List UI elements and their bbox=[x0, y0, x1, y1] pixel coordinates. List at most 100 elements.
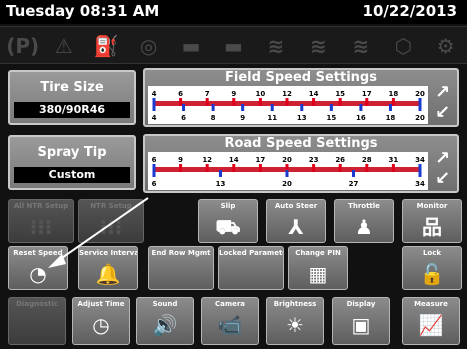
monitor-button[interactable]: Monitor 品 bbox=[402, 199, 462, 243]
button-label: Throttle bbox=[348, 202, 380, 210]
top-tick-mark[interactable] bbox=[179, 164, 183, 172]
display-icon: ▣ bbox=[351, 313, 371, 337]
top-tick-mark[interactable] bbox=[365, 164, 369, 172]
bottom-tick-mark[interactable] bbox=[418, 104, 422, 111]
bottom-tick-mark[interactable] bbox=[182, 104, 186, 111]
lock-button[interactable]: Lock 🔓 bbox=[402, 246, 462, 290]
spray-tip-button[interactable]: Spray Tip Custom bbox=[8, 135, 136, 190]
button-label: Diagnostic bbox=[16, 300, 58, 308]
throttle-button[interactable]: Throttle ♟ bbox=[334, 199, 394, 243]
day-time: Tuesday 08:31 AM bbox=[6, 2, 160, 20]
all-ntr-setup-button[interactable]: All NTR Setup ⁝⁝⁝ bbox=[8, 199, 74, 243]
top-tick-mark[interactable] bbox=[258, 164, 262, 172]
reset-speed-button[interactable]: Reset Speed ◔ bbox=[8, 246, 68, 290]
steer-icon: ⅄ bbox=[288, 215, 304, 239]
bottom-tick-mark[interactable] bbox=[211, 104, 215, 111]
tire-size-label: Tire Size bbox=[40, 80, 104, 95]
bottom-tick-mark[interactable] bbox=[329, 104, 333, 111]
bottom-tick-mark[interactable] bbox=[219, 170, 222, 177]
bottom-tick-label: 9 bbox=[240, 114, 245, 122]
road-speed-settings-button[interactable]: Road Speed Settings 6 9 12 14 17 20 23 26 28 31 34… bbox=[143, 134, 459, 193]
bottom-tick-label: 4 bbox=[152, 114, 157, 122]
top-tick-mark[interactable] bbox=[232, 98, 236, 106]
graph-icon: 📈 bbox=[418, 313, 444, 337]
bottom-tick-mark[interactable] bbox=[388, 104, 392, 111]
top-tick-label: 14 bbox=[309, 90, 319, 98]
tire-size-button[interactable]: Tire Size 380/90R46 bbox=[8, 70, 136, 125]
padlock-icon: 🔓 bbox=[419, 262, 445, 286]
bottom-tick-label: 34 bbox=[415, 180, 425, 188]
status-bar: Tuesday 08:31 AM 10/22/2013 bbox=[0, 0, 467, 24]
top-tick-mark[interactable] bbox=[338, 164, 342, 172]
bottom-tick-mark[interactable] bbox=[418, 170, 422, 177]
display-button[interactable]: Display ▣ bbox=[332, 297, 390, 345]
warning-indicator-row: (P) ⚠ ⛽ ◎ ▬ ▬ ≋ ≋ ≋ ⬡ ⚙ bbox=[0, 26, 467, 64]
bottom-tick-mark[interactable] bbox=[359, 104, 363, 111]
button-label: All NTR Setup bbox=[13, 202, 69, 210]
top-tick-mark[interactable] bbox=[232, 164, 236, 172]
top-tick-mark[interactable] bbox=[285, 98, 289, 106]
slip-button[interactable]: Slip ⛟ bbox=[198, 199, 258, 243]
top-tick-label: 20 bbox=[282, 156, 292, 164]
bell-icon: 🔔 bbox=[95, 262, 121, 286]
bottom-tick-label: 13 bbox=[216, 180, 226, 188]
bottom-tick-mark[interactable] bbox=[352, 170, 355, 177]
oil-can-icon: ◎ bbox=[139, 34, 158, 58]
date: 10/22/2013 bbox=[362, 2, 457, 20]
top-tick-mark[interactable] bbox=[391, 98, 395, 106]
sound-button[interactable]: Sound 🔊 bbox=[136, 297, 194, 345]
top-tick-label: 7 bbox=[205, 90, 210, 98]
gear-icon: ⚙ bbox=[436, 34, 455, 58]
auto-steer-button[interactable]: Auto Steer ⅄ bbox=[266, 199, 326, 243]
warning-icon: ⚠ bbox=[54, 34, 73, 58]
bottom-tick-label: 15 bbox=[326, 114, 336, 122]
end-row-mgmt-button[interactable]: End Row Mgmt bbox=[148, 246, 214, 290]
button-label: End Row Mgmt bbox=[151, 249, 211, 257]
diagnostic-button[interactable]: Diagnostic bbox=[8, 297, 66, 345]
bottom-tick-label: 6 bbox=[181, 114, 186, 122]
hydraulic-icon: ≋ bbox=[352, 34, 370, 58]
top-tick-mark[interactable] bbox=[312, 164, 316, 172]
top-tick-label: 31 bbox=[389, 156, 399, 164]
top-tick-label: 14 bbox=[229, 156, 239, 164]
button-label: Sound bbox=[152, 300, 178, 308]
button-label: Camera bbox=[214, 300, 246, 308]
bottom-tick-mark[interactable] bbox=[285, 170, 289, 177]
bottom-tick-label: 18 bbox=[386, 114, 396, 122]
bottom-tick-mark[interactable] bbox=[270, 104, 274, 111]
ntr-setup-button[interactable]: NTR Setup ⁝⁝⁝ bbox=[78, 199, 144, 243]
top-tick-mark[interactable] bbox=[312, 98, 316, 106]
top-tick-mark[interactable] bbox=[258, 98, 262, 106]
field-speed-title: Field Speed Settings bbox=[225, 70, 377, 85]
camera-button[interactable]: Camera 📹 bbox=[201, 297, 259, 345]
brightness-button[interactable]: Brightness ☀ bbox=[266, 297, 324, 345]
bottom-tick-mark[interactable] bbox=[300, 104, 304, 111]
network-icon: 品 bbox=[422, 215, 442, 239]
tire-size-value: 380/90R46 bbox=[14, 102, 130, 118]
sun-icon: ☀ bbox=[286, 313, 304, 337]
expand-icon: ↗ bbox=[435, 148, 451, 169]
locked-parameters-button[interactable]: Locked Parameters bbox=[218, 246, 284, 290]
top-tick-mark[interactable] bbox=[338, 98, 342, 106]
top-tick-label: 28 bbox=[362, 156, 372, 164]
adjust-time-button[interactable]: Adjust Time ◷ bbox=[72, 297, 130, 345]
top-tick-label: 12 bbox=[202, 156, 212, 164]
measure-button[interactable]: Measure 📈 bbox=[402, 297, 460, 345]
top-tick-label: 20 bbox=[415, 90, 425, 98]
bottom-tick-mark[interactable] bbox=[241, 104, 245, 111]
collapse-icon: ↙ bbox=[435, 168, 451, 189]
camera-icon: 📹 bbox=[217, 313, 243, 337]
bottom-tick-label: 8 bbox=[211, 114, 216, 122]
top-tick-mark[interactable] bbox=[205, 164, 209, 172]
change-pin-button[interactable]: Change PIN ▦ bbox=[288, 246, 348, 290]
bottom-tick-mark[interactable] bbox=[152, 104, 156, 111]
service-intervals-button[interactable]: Service Intervals 🔔 bbox=[78, 246, 138, 290]
top-tick-mark[interactable] bbox=[205, 98, 209, 106]
bottom-tick-mark[interactable] bbox=[152, 170, 156, 177]
top-tick-mark[interactable] bbox=[365, 98, 369, 106]
stopwatch-icon: ◔ bbox=[29, 262, 47, 286]
field-speed-settings-button[interactable]: Field Speed Settings 4 6 7 9 10 12 14 15 17 18 20 4… bbox=[143, 68, 459, 127]
top-tick-mark[interactable] bbox=[391, 164, 395, 172]
clock-icon: ◷ bbox=[92, 313, 110, 337]
top-tick-mark[interactable] bbox=[179, 98, 183, 106]
